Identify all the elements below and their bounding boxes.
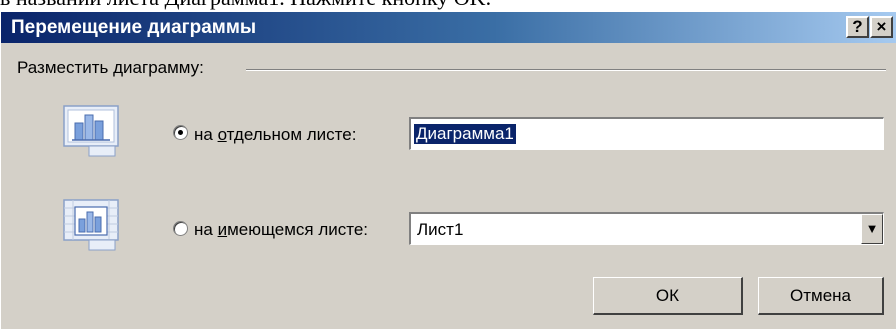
ok-button[interactable]: ОК [593, 277, 743, 315]
new-sheet-chart-icon [63, 105, 119, 157]
dropdown-arrow-button[interactable]: ▼ [861, 214, 883, 244]
selected-text: Диаграмма1 [414, 124, 516, 144]
help-button[interactable]: ? [846, 16, 869, 38]
radio-new-sheet-label[interactable]: на отдельном листе: [194, 125, 356, 145]
radio-selected-dot [178, 130, 183, 135]
close-button[interactable]: × [870, 16, 893, 38]
new-sheet-name-input[interactable]: Диаграмма1 [409, 117, 884, 150]
group-divider [246, 69, 886, 71]
radio-new-sheet[interactable] [173, 125, 188, 140]
radio-existing-sheet-label[interactable]: на имеющемся листе: [194, 220, 368, 240]
label-part: на [194, 220, 218, 239]
select-value: Лист1 [417, 220, 464, 239]
document-background-text: в названии листа Диаграмма1. Нажмите кно… [0, 0, 896, 12]
dialog-titlebar[interactable]: Перемещение диаграммы ? × [1, 12, 896, 43]
label-hotkey: о [217, 125, 227, 144]
label-part: на [194, 125, 218, 144]
label-part: меющемся листе: [227, 220, 369, 239]
existing-sheet-select[interactable]: Лист1 ▼ [409, 212, 884, 245]
dialog-title: Перемещение диаграммы [11, 17, 257, 38]
cancel-button[interactable]: Отмена [758, 277, 884, 315]
move-chart-dialog: Перемещение диаграммы ? × Разместить диа… [0, 12, 896, 329]
group-label: Разместить диаграмму: [17, 58, 204, 77]
label-hotkey: и [217, 220, 228, 239]
existing-sheet-chart-icon [63, 199, 119, 251]
radio-existing-sheet[interactable] [173, 221, 188, 236]
label-part: тдельном листе: [226, 125, 357, 144]
